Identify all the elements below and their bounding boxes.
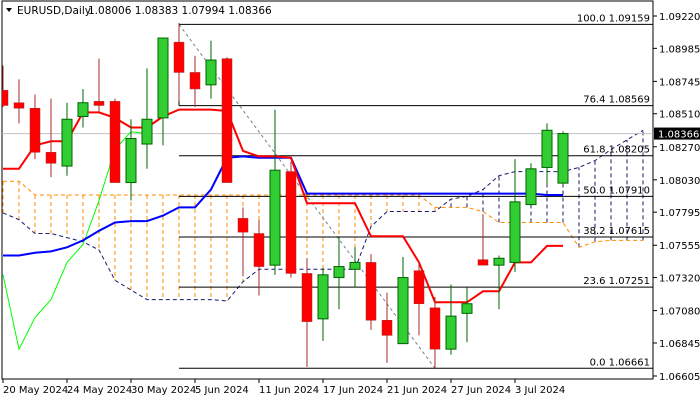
candle-body xyxy=(45,152,57,164)
price-tick-label: 1.08985 xyxy=(659,44,700,55)
price-tick-label: 1.08270 xyxy=(659,143,700,154)
current-price-label: 1.08366 xyxy=(658,130,699,141)
symbol-title: EURUSD,Daily xyxy=(17,5,91,17)
date-tick-label: 5 Jun 2024 xyxy=(195,385,249,396)
candle-body xyxy=(77,102,89,117)
bearish-candle xyxy=(109,98,121,183)
fib-level-label: 0.0 1.06661 xyxy=(590,357,650,368)
candle-body xyxy=(109,101,121,183)
fib-level-label: 50.0 1.07910 xyxy=(583,185,650,196)
candle-body xyxy=(205,59,217,86)
date-tick-label: 20 May 2024 xyxy=(3,385,68,396)
candle-body xyxy=(477,259,489,266)
candle-body xyxy=(61,118,73,167)
candle-body xyxy=(413,270,425,304)
price-tick-label: 1.07080 xyxy=(659,307,700,318)
candle-body xyxy=(93,101,105,106)
candle-body xyxy=(221,58,233,183)
date-tick-label: 21 Jun 2024 xyxy=(387,385,447,396)
candle-body xyxy=(173,41,185,73)
price-tick-label: 1.07555 xyxy=(659,241,700,252)
candle-body xyxy=(237,218,249,233)
price-tick-label: 1.06845 xyxy=(659,339,700,350)
candle-body xyxy=(333,266,345,279)
bearish-candle xyxy=(365,254,377,330)
candle-body xyxy=(285,171,297,274)
candle-body xyxy=(557,133,569,184)
candle-body xyxy=(429,307,441,350)
candle-body xyxy=(541,129,553,168)
date-tick-label: 24 May 2024 xyxy=(67,385,132,396)
price-tick-label: 1.08510 xyxy=(659,110,700,121)
time-axis[interactable]: 20 May 202424 May 202430 May 20245 Jun 2… xyxy=(2,379,565,396)
candle-body xyxy=(29,107,41,153)
candle-body xyxy=(253,233,265,267)
bearish-candle xyxy=(285,161,297,278)
date-tick-label: 17 Jun 2024 xyxy=(323,385,383,396)
fib-level-label: 76.4 1.08569 xyxy=(583,95,650,106)
candle-body xyxy=(317,274,329,320)
date-tick-label: 30 May 2024 xyxy=(131,385,196,396)
bullish-candle xyxy=(557,131,569,185)
fib-level-label: 23.6 1.07251 xyxy=(583,276,650,287)
price-tick-label: 1.07320 xyxy=(659,274,700,285)
price-tick-label: 1.06605 xyxy=(659,372,700,383)
candle-body xyxy=(2,90,9,106)
candle-body xyxy=(269,169,281,266)
fib-level-label: 61.8 1.08205 xyxy=(583,145,650,156)
price-chart[interactable]: 100.0 1.09159 76.4 1.08569 61.8 1.08205 50.… xyxy=(0,0,700,400)
plot-frame xyxy=(1,0,654,380)
ohlc-values: 1.08006 1.08383 1.07994 1.08366 xyxy=(88,5,272,17)
chart-header: EURUSD,Daily 1.08006 1.08383 1.07994 1.0… xyxy=(6,5,272,17)
candle-body xyxy=(397,277,409,345)
candle-body xyxy=(381,319,393,336)
candle-body xyxy=(493,257,505,266)
price-tick-label: 1.07795 xyxy=(659,208,700,219)
fib-level-label: 38.2 1.07615 xyxy=(583,226,650,237)
price-axis[interactable]: 1.09220 1.08985 1.08745 1.08510 1.08270 1.080… xyxy=(653,12,700,383)
candle-body xyxy=(13,102,25,109)
price-tick-label: 1.08745 xyxy=(659,77,700,88)
candle-body xyxy=(461,303,473,314)
bearish-candle xyxy=(221,57,233,183)
candle-body xyxy=(525,168,537,206)
candle-body xyxy=(301,273,313,322)
candle-body xyxy=(141,118,153,145)
date-tick-label: 27 Jun 2024 xyxy=(451,385,511,396)
bullish-candle xyxy=(525,163,537,206)
fib-level-label: 100.0 1.09159 xyxy=(577,13,650,24)
date-tick-label: 3 Jul 2024 xyxy=(515,385,565,396)
candle-body xyxy=(125,138,137,184)
price-tick-label: 1.08030 xyxy=(659,176,700,187)
candle-body xyxy=(189,72,201,90)
candle-body xyxy=(157,37,169,119)
price-tick-label: 1.09220 xyxy=(659,12,700,23)
candle-body xyxy=(365,262,377,321)
candle-body xyxy=(445,315,457,350)
candle-body xyxy=(349,261,361,270)
date-tick-label: 11 Jun 2024 xyxy=(259,385,319,396)
candle-body xyxy=(509,201,521,263)
